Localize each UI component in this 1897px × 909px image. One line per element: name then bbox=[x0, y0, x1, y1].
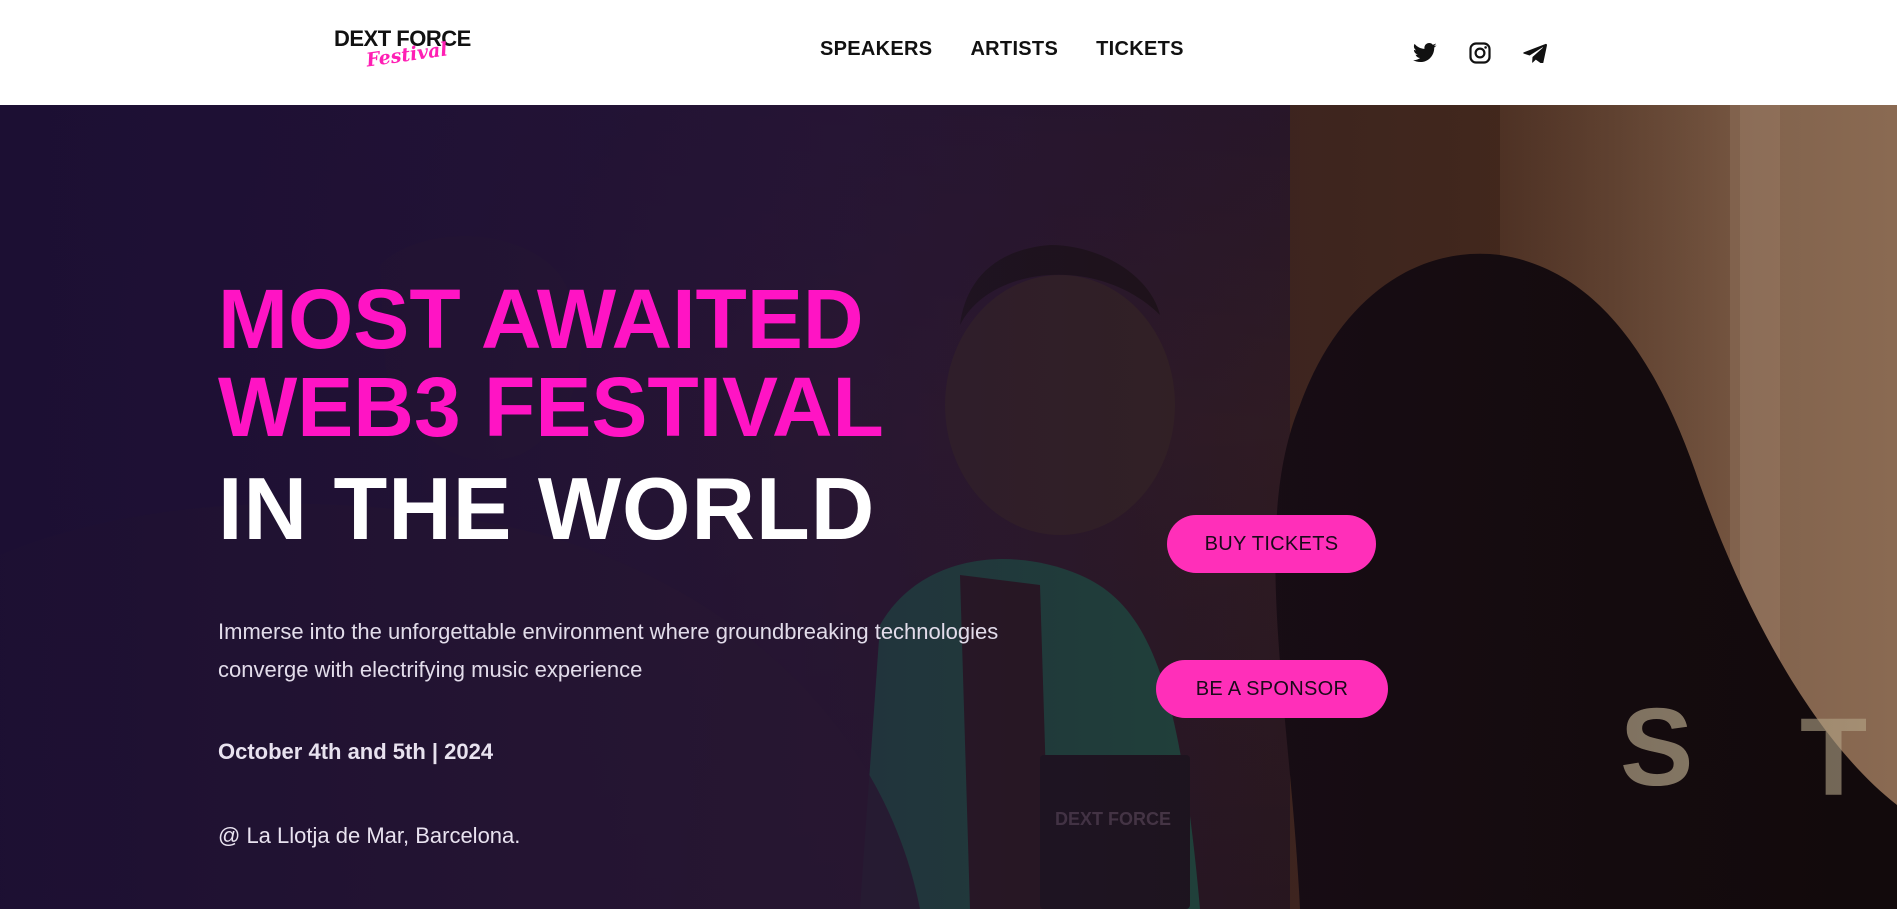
instagram-icon[interactable] bbox=[1466, 40, 1494, 66]
dext-force-logo[interactable]: DEXT FORCE Festival bbox=[334, 24, 474, 72]
hero-description: Immerse into the unforgettable environme… bbox=[218, 619, 999, 682]
social-links bbox=[1411, 40, 1549, 66]
hero-section: S T DEXT FORCE MOST AWAITED WEB3 FESTIVA… bbox=[0, 105, 1897, 909]
main-nav: SPEAKERS ARTISTS TICKETS bbox=[820, 38, 1184, 61]
site-header: DEXT FORCE Festival SPEAKERS ARTISTS TIC… bbox=[0, 0, 1897, 105]
headline-line-1: MOST AWAITED bbox=[218, 272, 864, 366]
event-venue: @ La Llotja de Mar, Barcelona. bbox=[218, 823, 521, 848]
buy-tickets-button[interactable]: BUY TICKETS bbox=[1167, 515, 1376, 573]
be-a-sponsor-button[interactable]: BE A SPONSOR bbox=[1156, 660, 1388, 718]
nav-artists[interactable]: ARTISTS bbox=[970, 38, 1058, 61]
nav-speakers[interactable]: SPEAKERS bbox=[820, 38, 932, 61]
event-date: October 4th and 5th | 2024 bbox=[218, 739, 494, 764]
hero-headline: MOST AWAITED WEB3 FESTIVAL IN THE WORLD bbox=[218, 275, 884, 553]
headline-line-2: WEB3 FESTIVAL bbox=[218, 360, 884, 454]
headline-line-3: IN THE WORLD bbox=[218, 459, 876, 558]
nav-tickets[interactable]: TICKETS bbox=[1096, 38, 1184, 61]
twitter-icon[interactable] bbox=[1411, 40, 1439, 66]
telegram-icon[interactable] bbox=[1521, 40, 1549, 66]
